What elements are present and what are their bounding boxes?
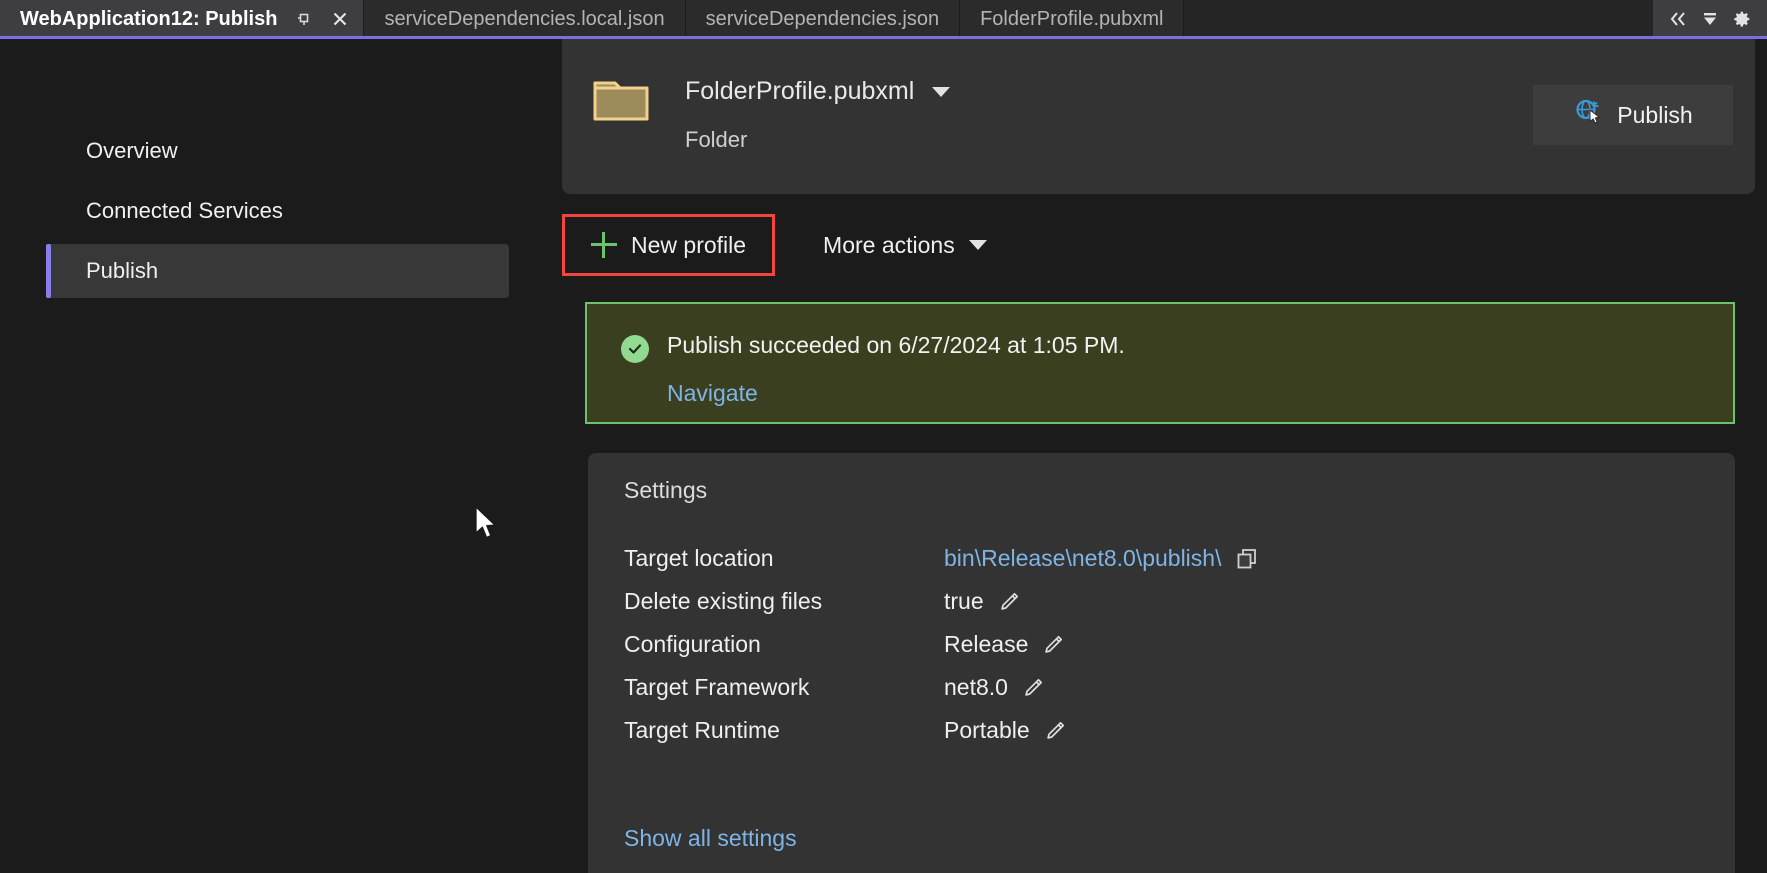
setting-value[interactable]: bin\Release\net8.0\publish\ <box>944 545 1259 572</box>
settings-panel: Settings Target location bin\Release\net… <box>588 453 1735 873</box>
globe-publish-icon <box>1573 97 1603 133</box>
visual-studio-publish-window: WebApplication12: Publish serviceDepende… <box>0 0 1767 873</box>
navigate-link[interactable]: Navigate <box>667 380 758 407</box>
setting-value-text: Portable <box>944 717 1030 743</box>
check-circle-icon <box>621 335 649 363</box>
tab-bar-spacer <box>1184 0 1653 38</box>
setting-value-text: Release <box>944 631 1029 657</box>
profile-toolbar: New profile More actions <box>562 214 999 276</box>
setting-label: Delete existing files <box>624 588 823 614</box>
tab-webapplication12-publish[interactable]: WebApplication12: Publish <box>0 0 365 38</box>
tab-servicedependencies-local-json[interactable]: serviceDependencies.local.json <box>364 0 686 38</box>
tab-servicedependencies-json[interactable]: serviceDependencies.json <box>685 0 961 38</box>
setting-row-delete-existing-files: Delete existing files true <box>624 580 1699 623</box>
setting-label: Target Runtime <box>624 717 780 743</box>
pencil-icon[interactable] <box>1042 634 1064 656</box>
tab-label: FolderProfile.pubxml <box>980 7 1164 30</box>
settings-title: Settings <box>624 477 708 503</box>
publish-button-label: Publish <box>1617 101 1693 128</box>
setting-row-target-location: Target location bin\Release\net8.0\publi… <box>624 537 1699 580</box>
chevron-down-icon[interactable] <box>932 86 951 97</box>
close-icon[interactable] <box>327 6 353 32</box>
profile-header-card: FolderProfile.pubxml Folder Publish <box>562 39 1755 194</box>
sidebar: Overview Connected Services Publish <box>0 39 540 873</box>
publish-status-message: Publish succeeded on 6/27/2024 at 1:05 P… <box>667 332 1125 358</box>
mouse-cursor <box>474 506 500 542</box>
setting-value-text: net8.0 <box>944 674 1008 700</box>
profile-selector[interactable]: FolderProfile.pubxml <box>685 77 951 106</box>
tab-bar: WebApplication12: Publish serviceDepende… <box>0 0 1767 39</box>
setting-value: Release <box>944 631 1064 658</box>
setting-value: net8.0 <box>944 674 1044 701</box>
pencil-icon[interactable] <box>1044 720 1066 742</box>
setting-row-target-framework: Target Framework net8.0 <box>624 666 1699 709</box>
profile-type: Folder <box>685 127 748 152</box>
publish-button[interactable]: Publish <box>1533 85 1733 145</box>
sidebar-item-overview[interactable]: Overview <box>44 124 507 178</box>
setting-label: Target Framework <box>624 674 810 700</box>
pencil-icon[interactable] <box>998 591 1020 613</box>
publish-status-banner: Publish succeeded on 6/27/2024 at 1:05 P… <box>585 302 1735 424</box>
show-all-settings-link[interactable]: Show all settings <box>624 825 797 852</box>
setting-value-text: true <box>944 588 984 614</box>
more-actions-button[interactable]: More actions <box>811 214 999 276</box>
setting-value: true <box>944 588 1020 615</box>
sidebar-item-label: Connected Services <box>86 198 283 223</box>
chevrons-left-icon[interactable] <box>1663 4 1693 34</box>
folder-icon <box>593 77 649 123</box>
more-actions-label: More actions <box>823 231 955 258</box>
new-profile-button[interactable]: New profile <box>562 214 776 276</box>
profile-name: FolderProfile.pubxml <box>685 77 915 105</box>
setting-label: Configuration <box>624 631 761 657</box>
tab-label: serviceDependencies.json <box>705 7 940 30</box>
tab-bar-controls <box>1653 0 1767 38</box>
pencil-icon[interactable] <box>1022 677 1044 699</box>
sidebar-item-label: Publish <box>86 258 159 283</box>
sidebar-item-publish[interactable]: Publish <box>46 244 509 298</box>
gear-icon[interactable] <box>1727 4 1757 34</box>
sidebar-item-label: Overview <box>86 138 178 163</box>
tab-label: WebApplication12: Publish <box>20 7 278 30</box>
setting-value: Portable <box>944 717 1066 744</box>
new-profile-label: New profile <box>631 231 747 258</box>
copy-icon[interactable] <box>1235 547 1259 571</box>
plus-icon <box>591 232 617 258</box>
pin-icon[interactable] <box>291 6 317 32</box>
setting-row-configuration: Configuration Release <box>624 623 1699 666</box>
setting-row-target-runtime: Target Runtime Portable <box>624 709 1699 752</box>
dropdown-list-icon[interactable] <box>1695 4 1725 34</box>
tab-label: serviceDependencies.local.json <box>384 7 665 30</box>
setting-value-text: bin\Release\net8.0\publish\ <box>944 545 1222 571</box>
setting-label: Target location <box>624 545 774 571</box>
chevron-down-icon <box>968 240 987 250</box>
sidebar-item-connected-services[interactable]: Connected Services <box>44 184 507 238</box>
tab-folderprofile-pubxml[interactable]: FolderProfile.pubxml <box>960 0 1185 38</box>
tab-action-icons <box>291 6 353 32</box>
